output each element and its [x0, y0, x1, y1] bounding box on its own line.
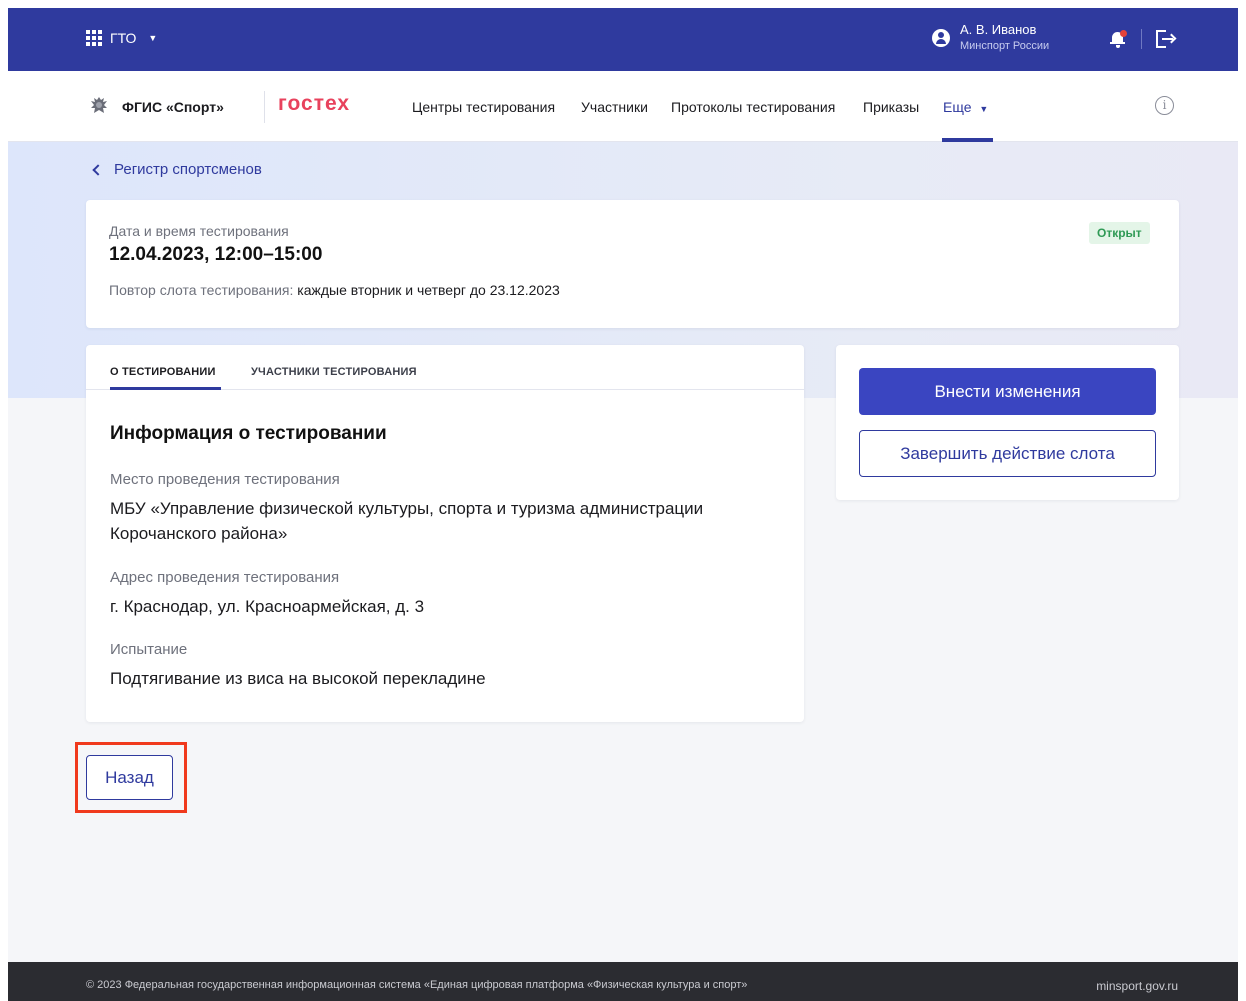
edit-button[interactable]: Внести изменения: [859, 368, 1156, 415]
back-button[interactable]: Назад: [86, 755, 173, 800]
chevron-left-icon: [92, 163, 104, 176]
address-label: Адрес проведения тестирования: [110, 569, 340, 586]
app-switcher[interactable]: ГТО ▼: [86, 30, 157, 46]
user-profile[interactable]: А. В. Иванов Минспорт России: [932, 22, 1049, 54]
divider: [1141, 29, 1142, 49]
place-value: МБУ «Управление физической культуры, спо…: [110, 499, 704, 543]
place-label: Место проведения тестирования: [110, 471, 340, 488]
chevron-down-icon: ▼: [979, 104, 989, 114]
finish-slot-button[interactable]: Завершить действие слота: [859, 430, 1156, 477]
bell-icon[interactable]: [1110, 30, 1127, 48]
divider: [264, 91, 265, 123]
footer-site-link[interactable]: minsport.gov.ru: [1096, 979, 1178, 993]
status-badge: Открыт: [1089, 222, 1150, 244]
tab-bar: О ТЕСТИРОВАНИИ УЧАСТНИКИ ТЕСТИРОВАНИЯ: [86, 345, 804, 390]
apps-grid-icon: [86, 30, 102, 46]
nav-item-testing-centers[interactable]: Центры тестирования: [412, 99, 555, 115]
test-value: Подтягивание из виса на высокой переклад…: [110, 669, 486, 688]
main-nav: ФГИС «Спорт» гостех Центры тестирования …: [8, 71, 1238, 142]
brand-link[interactable]: ФГИС «Спорт»: [122, 99, 224, 115]
nav-item-more[interactable]: Еще ▼: [943, 99, 988, 115]
tab-about-testing[interactable]: О ТЕСТИРОВАНИИ: [110, 366, 216, 378]
breadcrumb-label: Регистр спортсменов: [114, 161, 262, 178]
slot-card: Дата и время тестирования 12.04.2023, 12…: [86, 200, 1179, 328]
gostech-logo: гостех: [278, 92, 351, 115]
user-org: Минспорт России: [960, 40, 1050, 52]
emblem-icon: [91, 97, 107, 113]
address-value: г. Краснодар, ул. Красноармейская, д. 3: [110, 597, 425, 616]
tab-active-indicator: [110, 387, 221, 390]
notification-dot: [1120, 30, 1127, 37]
footer: © 2023 Федеральная государственная инфор…: [8, 962, 1238, 1001]
tab-testing-participants[interactable]: УЧАСТНИКИ ТЕСТИРОВАНИЯ: [251, 366, 417, 378]
info-icon[interactable]: i: [1155, 96, 1174, 115]
nav-item-participants[interactable]: Участники: [581, 99, 648, 115]
nav-item-orders[interactable]: Приказы: [863, 99, 919, 115]
slot-repeat-label: Повтор слота тестирования:: [109, 282, 294, 298]
breadcrumb-back-link[interactable]: Регистр спортсменов: [92, 161, 262, 178]
nav-item-protocols[interactable]: Протоколы тестирования: [671, 99, 835, 115]
user-name: А. В. Иванов: [960, 22, 1037, 37]
top-bar: ГТО ▼ А. В. Иванов Минспорт России: [8, 8, 1238, 71]
footer-copyright: © 2023 Федеральная государственная инфор…: [86, 979, 748, 991]
user-icon: [932, 29, 950, 47]
slot-repeat-value: каждые вторник и четверг до 23.12.2023: [297, 282, 560, 298]
actions-card: Внести изменения Завершить действие слот…: [836, 345, 1179, 500]
slot-datetime: 12.04.2023, 12:00–15:00: [109, 244, 323, 265]
testing-info-card: О ТЕСТИРОВАНИИ УЧАСТНИКИ ТЕСТИРОВАНИЯ Ин…: [86, 345, 804, 722]
test-label: Испытание: [110, 641, 188, 658]
section-title: Информация о тестировании: [110, 423, 387, 444]
slot-datetime-label: Дата и время тестирования: [109, 223, 289, 239]
app-name: ГТО: [110, 30, 137, 46]
nav-more-label: Еще: [943, 99, 972, 115]
slot-repeat: Повтор слота тестирования: каждые вторни…: [109, 282, 560, 298]
page: ГТО ▼ А. В. Иванов Минспорт России ФГИС …: [8, 8, 1238, 1001]
chevron-down-icon: ▼: [148, 33, 158, 43]
logout-icon[interactable]: [1156, 30, 1177, 48]
